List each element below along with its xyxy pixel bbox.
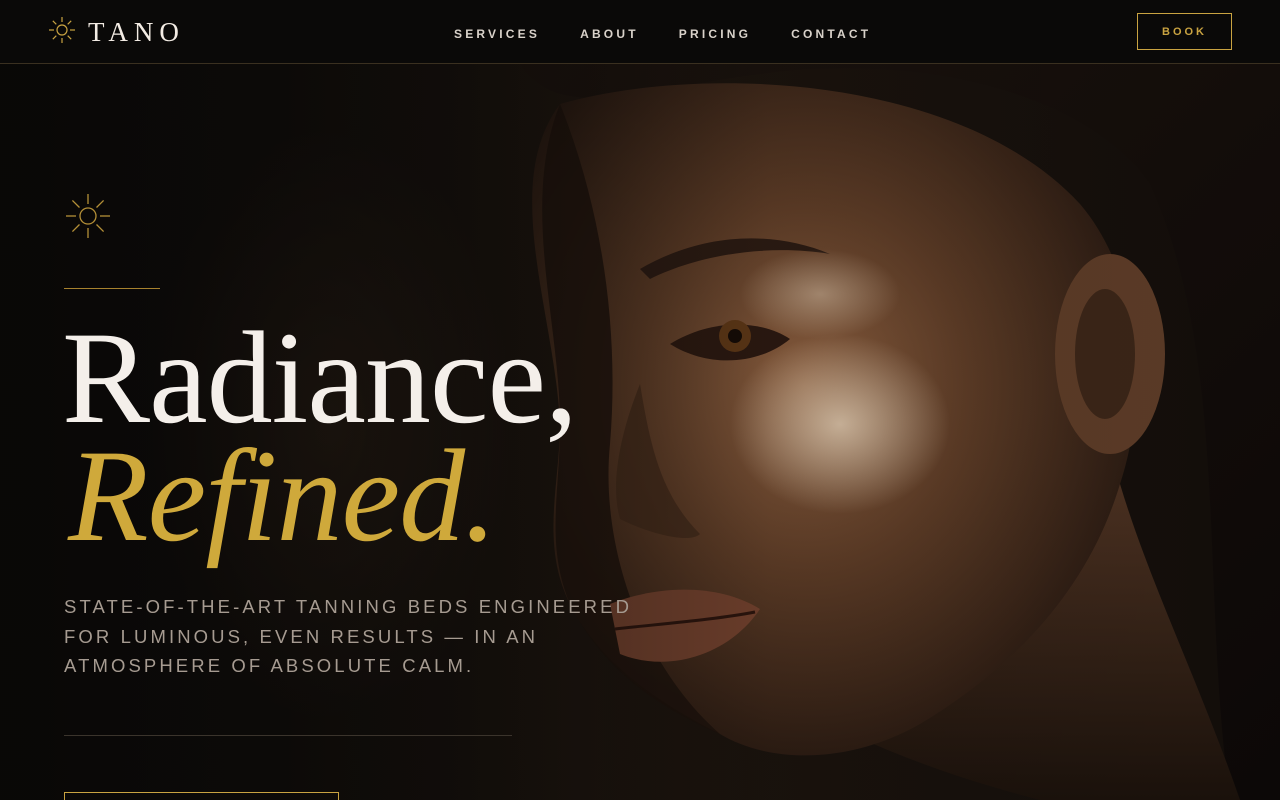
sun-icon (64, 192, 112, 245)
brand-logo[interactable]: TANO (48, 14, 185, 50)
hero-subcopy: State-of-the-art tanning beds engineered… (64, 596, 633, 676)
nav-link-services[interactable]: SERVICES (454, 26, 540, 42)
book-button[interactable]: BOOK (1137, 13, 1232, 50)
accent-divider (64, 288, 160, 289)
hero-divider (64, 735, 512, 736)
nav-link-about[interactable]: ABOUT (580, 26, 639, 42)
hero-headline-line2: Refined. (68, 422, 497, 569)
main-nav: SERVICES ABOUT PRICING CONTACT (454, 26, 871, 42)
site-header: TANO SERVICES ABOUT PRICING CONTACT BOOK (0, 0, 1280, 64)
nav-link-contact[interactable]: CONTACT (791, 26, 871, 42)
sun-icon (48, 16, 76, 49)
brand-name: TANO (88, 16, 185, 47)
nav-link-pricing[interactable]: PRICING (679, 26, 751, 42)
landing-page: TANO SERVICES ABOUT PRICING CONTACT BOOK (0, 0, 1280, 800)
hero-cta-button[interactable] (64, 792, 339, 800)
